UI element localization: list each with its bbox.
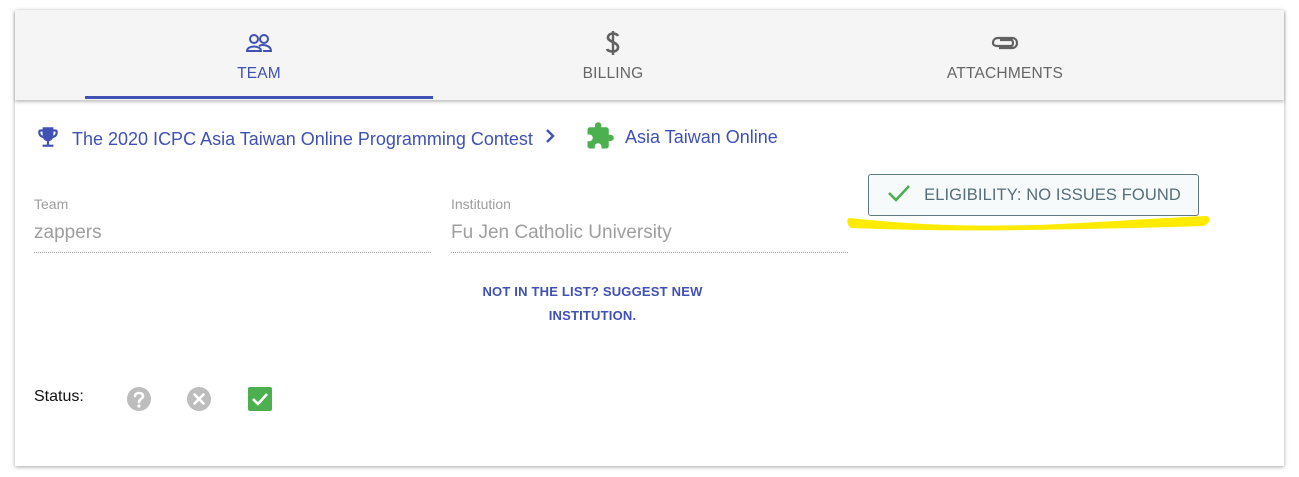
breadcrumb-contest-link[interactable]: The 2020 ICPC Asia Taiwan Online Program… <box>72 129 533 150</box>
puzzle-icon <box>585 121 615 156</box>
active-tab-indicator <box>85 96 433 99</box>
tab-billing-label: BILLING <box>582 65 644 82</box>
tab-billing[interactable]: BILLING <box>448 10 778 100</box>
checkbox-checked-icon[interactable] <box>247 386 273 412</box>
team-card: TEAM BILLING ATTACHMENTS The 2020 ICPC A… <box>15 10 1284 466</box>
question-icon[interactable] <box>126 386 152 412</box>
eligibility-button[interactable]: ELIGIBILITY: NO ISSUES FOUND <box>868 174 1199 216</box>
team-field-label: Team <box>34 196 69 212</box>
tab-attachments[interactable]: ATTACHMENTS <box>815 10 1195 100</box>
institution-field[interactable]: Fu Jen Catholic University <box>451 222 672 244</box>
suggest-line-2: INSTITUTION. <box>548 308 637 323</box>
status-label: Status: <box>34 388 84 405</box>
institution-field-underline <box>451 252 848 253</box>
check-icon <box>886 183 912 208</box>
team-field[interactable]: zappers <box>34 222 102 244</box>
tab-attachments-label: ATTACHMENTS <box>946 65 1064 82</box>
tab-bar: TEAM BILLING ATTACHMENTS <box>15 10 1284 100</box>
suggest-line-1: NOT IN THE LIST? SUGGEST NEW <box>482 284 703 299</box>
dollar-icon <box>605 30 621 56</box>
tab-team-label: TEAM <box>237 65 281 82</box>
team-field-underline <box>34 252 431 253</box>
suggest-institution-link[interactable]: NOT IN THE LIST? SUGGEST NEW INSTITUTION… <box>475 280 710 328</box>
chevron-right-icon <box>542 126 558 151</box>
paperclip-icon <box>991 30 1019 56</box>
breadcrumb-site-link[interactable]: Asia Taiwan Online <box>625 127 778 148</box>
eligibility-label: ELIGIBILITY: NO ISSUES FOUND <box>924 185 1181 204</box>
institution-field-label: Institution <box>451 196 511 212</box>
x-circle-icon[interactable] <box>186 386 212 412</box>
team-icon <box>245 30 273 56</box>
trophy-icon <box>35 124 61 155</box>
tab-team[interactable]: TEAM <box>85 10 433 100</box>
breadcrumb: The 2020 ICPC Asia Taiwan Online Program… <box>35 121 835 156</box>
